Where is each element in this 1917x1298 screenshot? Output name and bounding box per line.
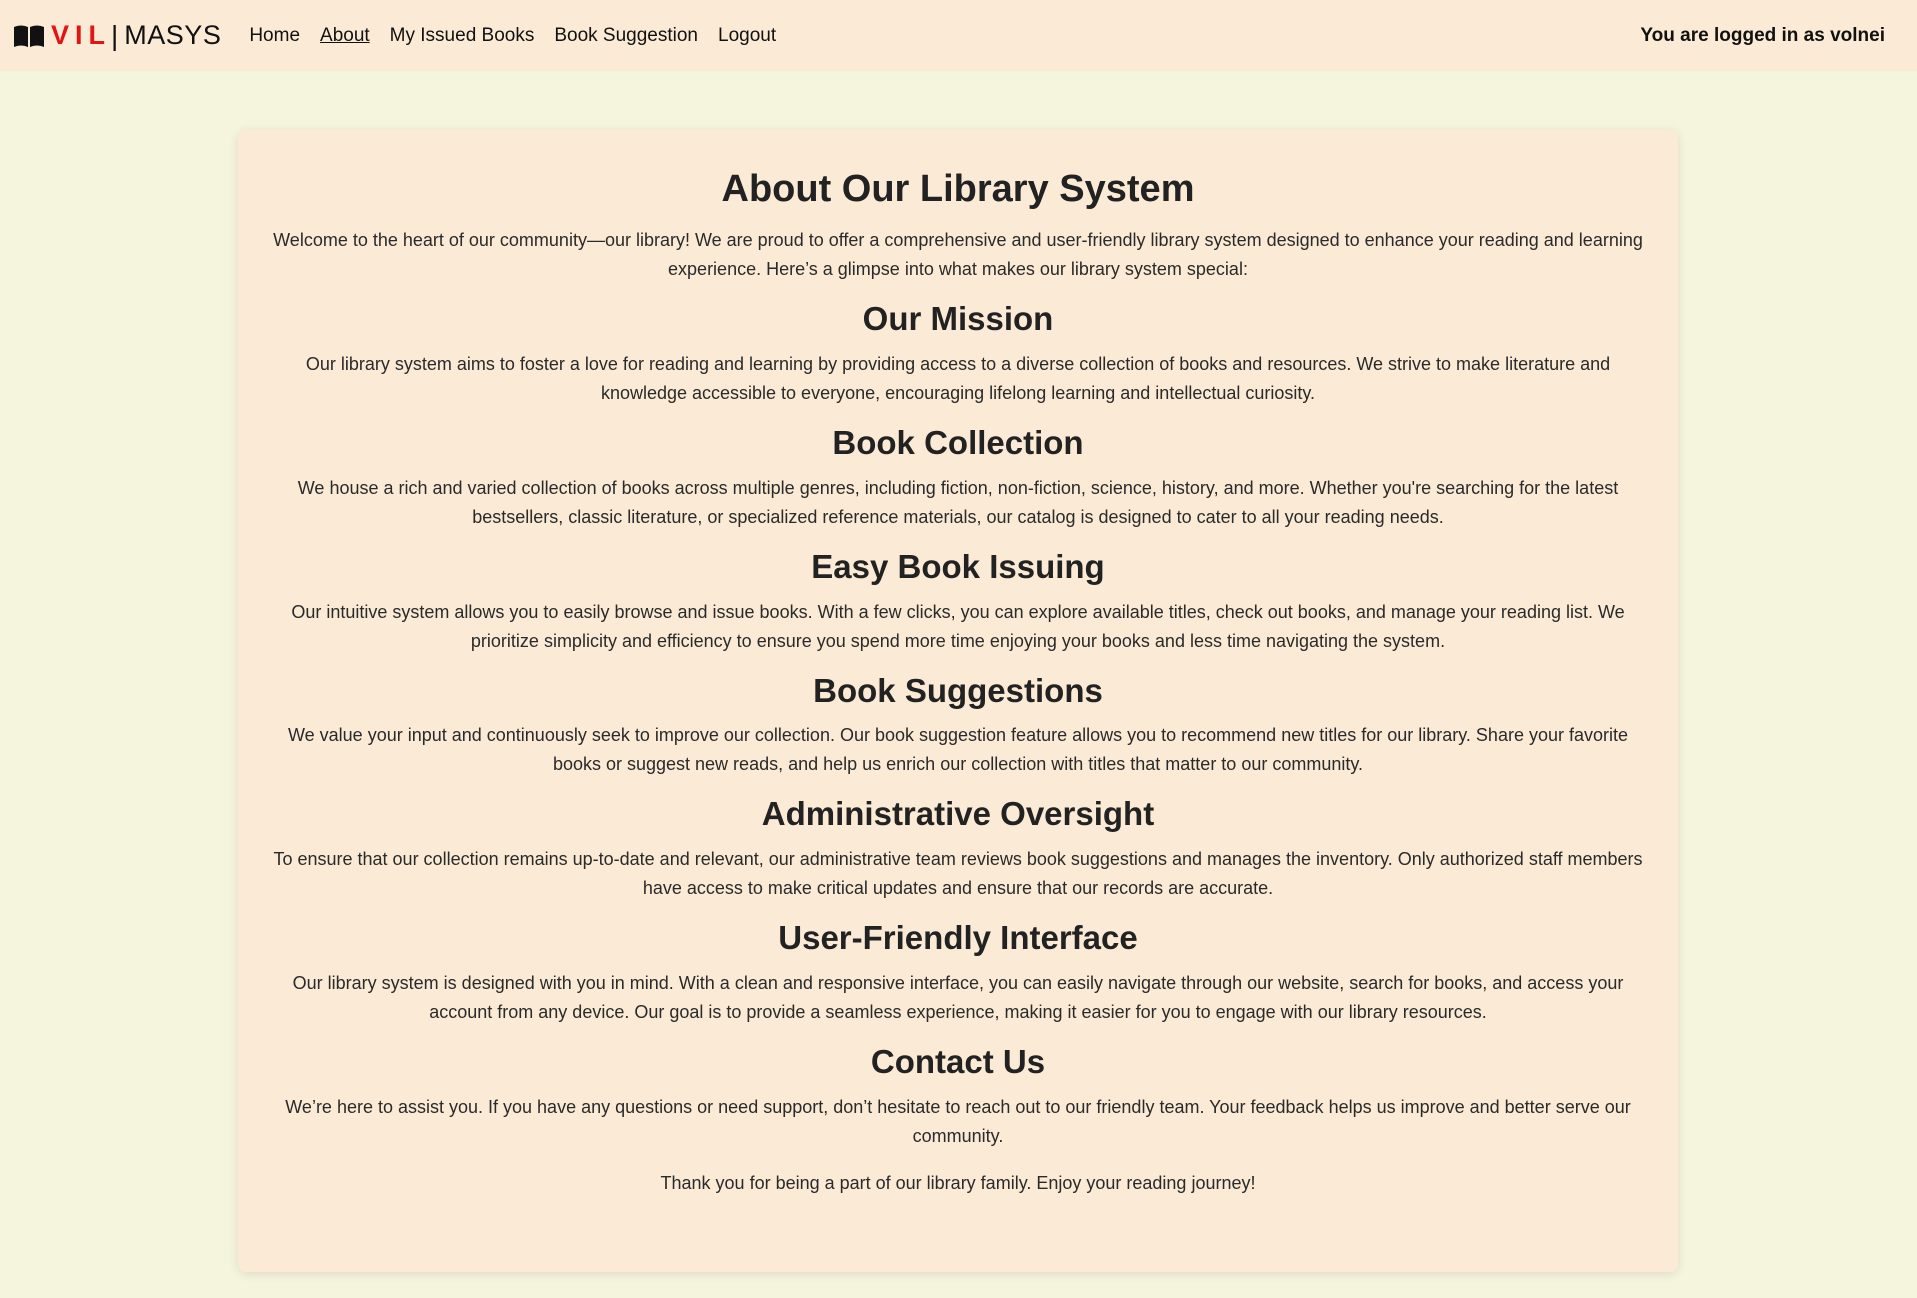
nav-link-home[interactable]: Home (249, 25, 300, 47)
section-text-mission: Our library system aims to foster a love… (305, 353, 1611, 403)
section-heading-easy-book-issuing: Easy Book Issuing (811, 547, 1105, 585)
nav-link-my-issued-books[interactable]: My Issued Books (390, 25, 535, 47)
brand-masys-text: MASYS (124, 20, 222, 50)
intro-text: Welcome to the heart of our community—ou… (273, 229, 1643, 279)
top-navbar: VIL | MASYS Home About My Issued Books B… (0, 0, 1917, 71)
section-text-contact-us: We’re here to assist you. If you have an… (285, 1097, 1631, 1147)
section-heading-contact-us: Contact Us (870, 1043, 1046, 1081)
section-heading-administrative-oversight: Administrative Oversight (761, 795, 1155, 833)
section-text-administrative-oversight: To ensure that our collection remains up… (273, 849, 1643, 899)
section-text-book-collection: We house a rich and varied collection of… (297, 477, 1619, 527)
open-book-icon (14, 25, 44, 47)
section-text-user-friendly-interface: Our library system is designed with you … (292, 973, 1624, 1023)
nav-link-book-suggestion[interactable]: Book Suggestion (554, 25, 698, 47)
section-text-book-suggestions: We value your input and continuously see… (287, 725, 1628, 775)
page-title: About Our Library System (721, 168, 1195, 210)
section-heading-mission: Our Mission (862, 299, 1054, 337)
brand-logo[interactable]: VIL | MASYS (13, 0, 221, 71)
brand-separator: | (111, 19, 119, 51)
closing-text: Thank you for being a part of our librar… (660, 1173, 1256, 1194)
nav-link-about[interactable]: About (320, 25, 370, 47)
section-heading-book-collection: Book Collection (832, 423, 1084, 461)
nav-links: Home About My Issued Books Book Suggesti… (239, 25, 786, 47)
section-heading-book-suggestions: Book Suggestions (813, 671, 1103, 709)
nav-link-logout[interactable]: Logout (718, 25, 776, 47)
login-status: You are logged in as volnei (1640, 24, 1885, 46)
section-text-easy-book-issuing: Our intuitive system allows you to easil… (291, 601, 1625, 651)
about-card: About Our Library System Welcome to the … (238, 130, 1678, 1272)
section-heading-user-friendly-interface: User-Friendly Interface (778, 919, 1138, 957)
brand-vil-text: VIL (51, 20, 112, 50)
